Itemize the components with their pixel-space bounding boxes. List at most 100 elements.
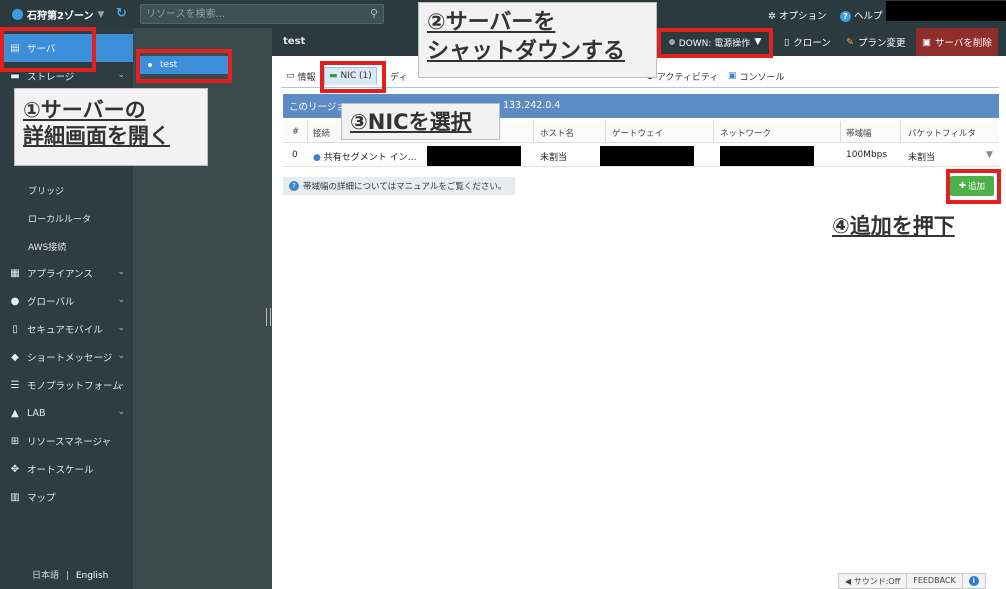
search-icon[interactable]: ⚲ [370,7,378,20]
help-icon: ? [289,181,299,191]
delete-server-button[interactable]: ▣ サーバを削除 [916,28,998,56]
console-icon: ▣ [728,71,737,81]
grid-icon: ▦ [10,267,20,279]
status-dot-icon [148,63,152,67]
callout-step-2-line-1: ②サーバーを [427,10,556,35]
sidebar-item-sms[interactable]: ◆ ショートメッセージ ⌄ [0,343,133,371]
power-status-label: DOWN: 電源操作 [678,38,751,49]
refresh-icon[interactable]: ↻ [116,6,127,21]
panel-splitter-handle[interactable] [266,308,271,326]
callout-step-1: ①サーバーの 詳細画面を開く [14,88,208,166]
col-divider [840,121,841,143]
trash-icon: ▣ [922,36,931,48]
server-icon: ▤ [10,42,20,54]
sidebar-item-mono-platform[interactable]: ☰ モノプラットフォーム ⌄ [0,371,133,399]
zone-label: 石狩第2ゾーン [27,11,94,22]
feedback-button[interactable]: FEEDBACK [907,574,963,588]
sidebar-item-label: オートスケール [27,465,94,476]
footer-bar: ◀ サウンド:Off FEEDBACK i [838,573,986,589]
callout-step-3-text: ③NICを選択 [350,110,472,134]
sidebar-subitem-bridge[interactable]: ブリッジ [28,184,64,197]
lang-separator: | [65,571,69,581]
sidebar-item-storage[interactable]: ▬ ストレージ ⌄ [0,62,133,90]
sidebar-item-label: グローバル [27,297,75,308]
info-text: 帯域幅の詳細についてはマニュアルをご覧ください。 [303,182,507,192]
resource-item-test[interactable]: test [138,56,228,74]
speaker-icon: ◀ [845,577,852,586]
lang-en-link[interactable]: English [76,571,109,581]
redacted-ip [427,146,521,166]
sidebar-item-label: アプライアンス [27,269,93,280]
tab-label: 情報 [297,72,316,83]
callout-step-3: ③NICを選択 [341,103,500,140]
tab-info[interactable]: ▭ 情報 [282,67,320,85]
globe-icon [12,9,23,20]
help-icon: ? [840,11,851,22]
sidebar-item-label: マップ [27,493,56,504]
add-button[interactable]: ✚ 追加 [950,176,994,196]
user-menu-redacted[interactable] [886,1,1006,21]
options-label: オプション [779,11,827,22]
tab-console[interactable]: ▣ コンソール [724,67,789,85]
sidebar-item-map[interactable]: ▥ マップ [0,483,133,511]
plan-change-button[interactable]: ✎ プラン変更 [840,28,911,56]
clone-button[interactable]: ▯ クローン [778,28,837,56]
tab-nic[interactable]: ▬ NIC (1) [324,67,377,85]
zone-selector[interactable]: 石狩第2ゾーン ▼ [12,7,104,22]
chevron-down-icon: ⌄ [117,323,125,333]
chat-icon: ◆ [11,351,19,363]
region-bar-text: このリージョ [289,102,346,113]
resource-item-label: test [160,60,178,70]
power-led-icon [668,39,675,45]
power-status-dropdown[interactable]: DOWN: 電源操作 ▼ [657,28,773,56]
sidebar-item-resource-manager[interactable]: ⊞ リソースマネージャ [0,427,133,455]
sound-toggle[interactable]: ◀ サウンド:Off [839,574,908,588]
col-network: ネットワーク [720,129,772,139]
sidebar-item-global[interactable]: ● グローバル ⌄ [0,287,133,315]
search-input[interactable] [146,7,356,21]
col-bandwidth: 帯域幅 [846,129,872,139]
col-divider [605,121,606,143]
chevron-down-icon: ⌄ [117,70,125,80]
sidebar-subitem-local-router[interactable]: ローカルルータ [28,212,91,225]
mobile-icon: ▯ [12,323,18,335]
help-button[interactable]: i [963,574,985,588]
col-packet-filter: パケットフィルタ [908,129,976,139]
options-link[interactable]: ✲ オプション [768,8,827,22]
row-bandwidth: 100Mbps [846,150,888,160]
chevron-down-icon: ▼ [97,9,105,20]
sidebar-item-lab[interactable]: ▲ LAB ⌄ [0,399,133,427]
help-link[interactable]: ? ヘルプ [840,8,883,22]
globe-icon: ● [313,153,321,163]
gear-icon: ✲ [768,11,776,22]
move-icon: ✥ [10,463,20,475]
sidebar-item-label: モノプラットフォーム [27,381,122,392]
chevron-down-icon: ⌄ [117,267,125,277]
callout-step-1-line-1: ①サーバーの [23,98,146,122]
sidebar-item-secure-mobile[interactable]: ▯ セキュアモバイル ⌄ [0,315,133,343]
col-hostname: ホスト名 [540,129,575,139]
map-icon: ▥ [10,491,20,503]
lang-ja-link[interactable]: 日本語 [32,571,59,581]
sound-label: サウンド:Off [853,577,901,586]
sidebar-item-label: ストレージ [27,72,75,83]
row-connection-text: 共有セグメント イン… [323,153,417,163]
org-icon: ⊞ [10,435,20,447]
sidebar-item-label: リソースマネージャ [27,437,112,448]
flask-icon: ▲ [11,407,19,419]
region-ip: 133.242.0.4 [503,100,561,111]
sidebar-item-server[interactable]: ▤ サーバ [0,34,133,62]
sidebar-subitem-aws[interactable]: AWS接続 [28,240,66,253]
sidebar-item-autoscale[interactable]: ✥ オートスケール [0,455,133,483]
redacted-network [720,146,814,166]
table-row[interactable]: 0 ● 共有セグメント イン… 未割当 100Mbps 未割当 ▼ [283,143,999,167]
col-connection: 接続 [313,129,331,139]
storage-icon: ▬ [10,70,20,82]
sidebar-item-label: ショートメッセージ [27,353,113,364]
tab-disk[interactable]: ディ [386,67,411,85]
sidebar-item-label: セキュアモバイル [27,325,103,336]
chevron-down-icon: ⌄ [117,295,125,305]
search-box[interactable]: ⚲ [140,4,384,24]
sidebar-item-appliance[interactable]: ▦ アプライアンス ⌄ [0,259,133,287]
row-menu-icon[interactable]: ▼ [986,150,993,160]
